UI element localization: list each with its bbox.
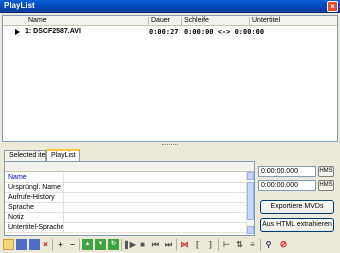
scroll-down-icon[interactable] (247, 226, 254, 234)
toolbar: × + − ▲ ▼ ↻ ❚▶ ■ ⏮ ⏭ ⋈ [ ] ⊢ ⇅ ≡ ⚲ ⊘ (0, 237, 340, 253)
playlist-item-loop: 0:00:00 <-> 0:00:00 (184, 28, 265, 36)
scroll-up-icon[interactable] (247, 172, 254, 180)
hms-button-end[interactable]: HMS (318, 180, 334, 191)
playlist-header: Name Dauer Schleife Untertitel (3, 16, 337, 26)
tab-selected-item[interactable]: Selected item (4, 150, 51, 161)
splitter[interactable] (0, 143, 340, 147)
column-name[interactable]: Name (28, 17, 47, 24)
open-folder-icon[interactable] (3, 239, 14, 250)
play-pause-icon[interactable]: ❚▶ (123, 239, 136, 250)
property-row[interactable]: Sprache (5, 203, 246, 213)
save-icon[interactable] (16, 239, 27, 250)
window-title: PlayList (4, 1, 35, 10)
playlist-row[interactable]: 1: DSCF2587.AVI 0:00:27 0:00:00 <-> 0:00… (3, 27, 337, 37)
vertical-scrollbar[interactable] (246, 172, 254, 235)
property-grid: Name Ursprüngl. Name Aufrufe-History Spr… (4, 161, 255, 236)
scroll-thumb[interactable] (247, 182, 254, 220)
export-mvd-button[interactable]: Exportiere MVDs (260, 200, 334, 214)
remove-icon[interactable]: − (67, 239, 78, 250)
extract-html-button[interactable]: Aus HTML extrahieren (260, 218, 334, 232)
previous-icon[interactable]: ⏮ (150, 239, 161, 250)
add-icon[interactable]: + (55, 239, 66, 250)
column-loop[interactable]: Schleife (184, 17, 209, 24)
list-icon[interactable]: ≡ (247, 239, 258, 250)
playlist-item-duration: 0:00:27 (149, 28, 179, 36)
save-as-icon[interactable] (29, 239, 40, 250)
property-grid-header (5, 162, 254, 172)
loop-start-icon[interactable]: [ (192, 239, 203, 250)
property-label: Aufrufe-History (8, 194, 55, 201)
property-label: Notiz (8, 214, 24, 221)
move-down-icon[interactable]: ▼ (95, 239, 106, 250)
tree-icon[interactable]: ⊢ (221, 239, 232, 250)
property-label: Sprache (8, 204, 35, 211)
tab-playlist[interactable]: PlayList (46, 149, 80, 161)
property-row[interactable]: Untertitel-Sprache (5, 223, 246, 233)
close-button[interactable]: × (327, 1, 338, 12)
cancel-icon[interactable]: ⊘ (278, 239, 289, 250)
property-label: Untertitel-Sprache (8, 224, 65, 231)
sort-icon[interactable]: ⇅ (234, 239, 245, 250)
refresh-icon[interactable]: ↻ (108, 239, 119, 250)
delete-icon[interactable]: × (40, 239, 51, 250)
move-up-icon[interactable]: ▲ (82, 239, 93, 250)
mark-loop-icon[interactable]: ⋈ (179, 239, 190, 250)
search-icon[interactable]: ⚲ (263, 239, 274, 250)
property-label: Name (8, 174, 27, 181)
start-time-field[interactable]: 0:00:00.000 (258, 166, 316, 177)
loop-end-icon[interactable]: ] (205, 239, 216, 250)
column-duration[interactable]: Dauer (151, 17, 170, 24)
column-subtitle[interactable]: Untertitel (252, 17, 280, 24)
stop-icon[interactable]: ■ (137, 239, 148, 250)
title-bar: PlayList × (0, 0, 340, 13)
property-label: Ursprüngl. Name (8, 184, 61, 191)
playlist-item-name: 1: DSCF2587.AVI (25, 28, 81, 35)
property-row[interactable]: Notiz (5, 213, 246, 223)
splitter-grip-icon (162, 144, 178, 146)
play-arrow-icon (15, 29, 20, 35)
property-row[interactable]: Ursprüngl. Name (5, 183, 246, 193)
property-row[interactable]: Name (5, 173, 246, 183)
next-icon[interactable]: ⏭ (163, 239, 174, 250)
end-time-field[interactable]: 0:00:00.000 (258, 180, 316, 191)
hms-button-start[interactable]: HMS (318, 166, 334, 177)
playlist-view[interactable]: Name Dauer Schleife Untertitel 1: DSCF25… (2, 15, 338, 142)
property-row[interactable]: Aufrufe-History (5, 193, 246, 203)
